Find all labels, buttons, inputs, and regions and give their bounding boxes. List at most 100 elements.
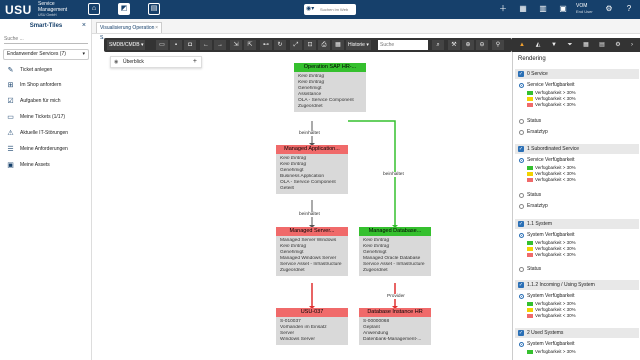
section-1-subordinated-service[interactable]: ✓ 1 Subordinated Service [515,144,639,154]
app-switch-icon[interactable]: ◩ [118,3,130,15]
radio-off-icon [519,130,524,135]
sidebar-item-incidents[interactable]: ⚠ Aktuelle IT-Störungen [6,129,90,141]
notifications-icon[interactable]: ▣ [558,4,568,14]
checkbox-checked-icon[interactable]: ✓ [518,221,524,227]
link-icon[interactable]: ⊷ [260,40,272,50]
section-1-1-system[interactable]: ✓ 1.1 System [515,219,639,229]
legend-label: Verfügbarkeit < 30% [535,307,576,312]
sidebar-item-tickets[interactable]: ▭ Meine Tickets (1/17) [6,113,90,125]
user-menu[interactable]: VOM End User [576,3,593,15]
radio-ersatztyp[interactable]: Ersatztyp [519,129,548,136]
section-label: 1.1 System [527,221,553,227]
close-tab-icon[interactable]: × [155,23,158,33]
save-icon[interactable]: ▪ [170,40,182,50]
global-search[interactable]: ◉▾ [304,4,356,15]
warning-icon[interactable]: ▲ [516,40,528,50]
building-icon[interactable]: ▦ [518,4,528,14]
node-managed-application[interactable]: Managed Application... Kein Eintrag Kein… [276,145,348,194]
add-icon[interactable]: ＋ [498,4,508,14]
overview-panel[interactable]: ◉ Überblick + [110,56,202,68]
radio-service-availability[interactable]: Service Verfügbarkeit [519,157,575,164]
forward-icon[interactable]: → [214,40,226,50]
expand-all-icon[interactable]: ⤢ [290,40,302,50]
checkbox-checked-icon[interactable]: ✓ [518,71,524,77]
table-icon[interactable]: ▤ [596,40,608,50]
section-0-service[interactable]: ✓ 0 Service [515,69,639,79]
sidebar-item-label: Meine Assets [20,162,50,168]
node-usu-037[interactable]: USU-037 S-010037 Vorhanden im Einsatz Se… [276,308,348,345]
add-icon[interactable]: + [193,57,197,67]
radio-on-icon [519,233,524,238]
camera-icon[interactable]: ◘ [184,40,196,50]
history-select[interactable]: Historie ▾ [346,40,371,50]
node-line: Geteilt [280,186,294,191]
radio-service-availability[interactable]: Service Verfügbarkeit [519,82,575,89]
grid-icon[interactable]: ▦ [580,40,592,50]
tickets-icon: ▭ [7,114,14,121]
signal-icon[interactable]: ◭ [532,40,544,50]
refresh-icon[interactable]: ↻ [274,40,286,50]
help-icon[interactable]: ? [624,4,634,14]
brand-logo[interactable]: USU [5,3,32,17]
fit-icon[interactable]: ⊡ [304,40,316,50]
checkbox-checked-icon[interactable]: ✓ [518,146,524,152]
checkbox-checked-icon[interactable]: ✓ [518,330,524,336]
overview-label: Überblick [123,59,144,65]
print-icon[interactable]: ⎙ [318,40,330,50]
section-1-1-2-incoming-system[interactable]: ✓ 1.1.2 Incoming / Using System [515,280,639,290]
home-icon[interactable]: ⌂ [88,3,100,15]
radio-ersatztyp[interactable]: Ersatztyp [519,203,548,210]
collapse-panel-icon[interactable]: › [626,40,638,50]
radio-status[interactable]: Status [519,192,541,199]
sidebar-item-tasks[interactable]: ☑ Aufgaben für mich [6,97,90,109]
radio-status[interactable]: Status [519,118,541,125]
eye-icon: ◉ [114,59,119,65]
radio-status[interactable]: Status [519,266,541,273]
sidebar-item-requests[interactable]: ☰ Meine Anforderungen [6,145,90,157]
node-operation-sap-hr[interactable]: Operation SAP HR-... Kein Eintrag Kein E… [294,63,366,112]
checkbox-checked-icon[interactable]: ✓ [518,282,524,288]
section-2-used-systems[interactable]: ✓ 2 Used Systems [515,328,639,338]
sidebar-item-assets[interactable]: ▣ Meine Assets [6,161,90,173]
brand-company: USU GmbH [38,13,57,17]
filter-icon[interactable]: ▼ [548,40,560,50]
tab-visualization[interactable]: Visualisierung Operation S... × [96,22,162,41]
sidebar-item-label: Aktuelle IT-Störungen [20,130,69,136]
node-managed-database[interactable]: Managed Database... Kein Eintrag Kein Ei… [359,227,431,276]
close-icon[interactable]: × [82,22,86,29]
global-search-input[interactable] [320,5,354,14]
search-scope-icon[interactable]: ◉▾ [306,5,314,12]
back-icon[interactable]: ← [200,40,212,50]
node-line: Zugeordnet [363,268,388,273]
graph-search-input[interactable] [378,40,428,50]
rendering-title: Rendering [518,56,546,62]
chart-icon[interactable]: ▥ [538,4,548,14]
folder-icon[interactable]: ▭ [156,40,168,50]
legend-label: Verfügbarkeit > 30% [535,90,576,95]
tool-icon[interactable]: ⚒ [448,40,460,50]
view-select[interactable]: SMDB/CMDB ▾ [107,40,146,50]
settings-icon[interactable]: ⚙ [604,4,614,14]
expand-icon[interactable]: ⇲ [230,40,242,50]
radio-label: Service Verfügbarkeit [527,82,575,88]
zoom-out-icon[interactable]: ⊖ [476,40,488,50]
funnel-icon[interactable]: ⏷ [564,40,576,50]
legend-label: Verfügbarkeit > 30% [535,240,576,245]
sidebar-item-ticket[interactable]: ✎ Ticket anlegen [6,66,90,78]
book-icon[interactable]: ▤ [148,3,160,15]
search-icon[interactable]: ⌕ [432,40,444,50]
pin-icon[interactable]: ⚲ [492,40,504,50]
tab-strip: Visualisierung Operation S... × [92,19,640,41]
radio-system-availability[interactable]: System Verfügbarkeit [519,341,575,348]
node-database-instance-hr[interactable]: Database Instance HR S-00000068 Geplant … [359,308,431,345]
layout-icon[interactable]: ▦ [332,40,344,50]
radio-system-availability[interactable]: System Verfügbarkeit [519,293,575,300]
sidebar-search-input[interactable] [4,35,88,44]
node-managed-server[interactable]: Managed Server... Managed Server Windows… [276,227,348,276]
service-dropdown[interactable]: Endanwender Services (7) ▾ [3,49,89,60]
settings-panel-icon[interactable]: ⚙ [612,40,624,50]
sidebar-item-shop[interactable]: ⊞ Im Shop anfordern [6,81,90,93]
radio-system-availability[interactable]: System Verfügbarkeit [519,232,575,239]
zoom-in-icon[interactable]: ⊕ [462,40,474,50]
collapse-icon[interactable]: ⇱ [244,40,256,50]
